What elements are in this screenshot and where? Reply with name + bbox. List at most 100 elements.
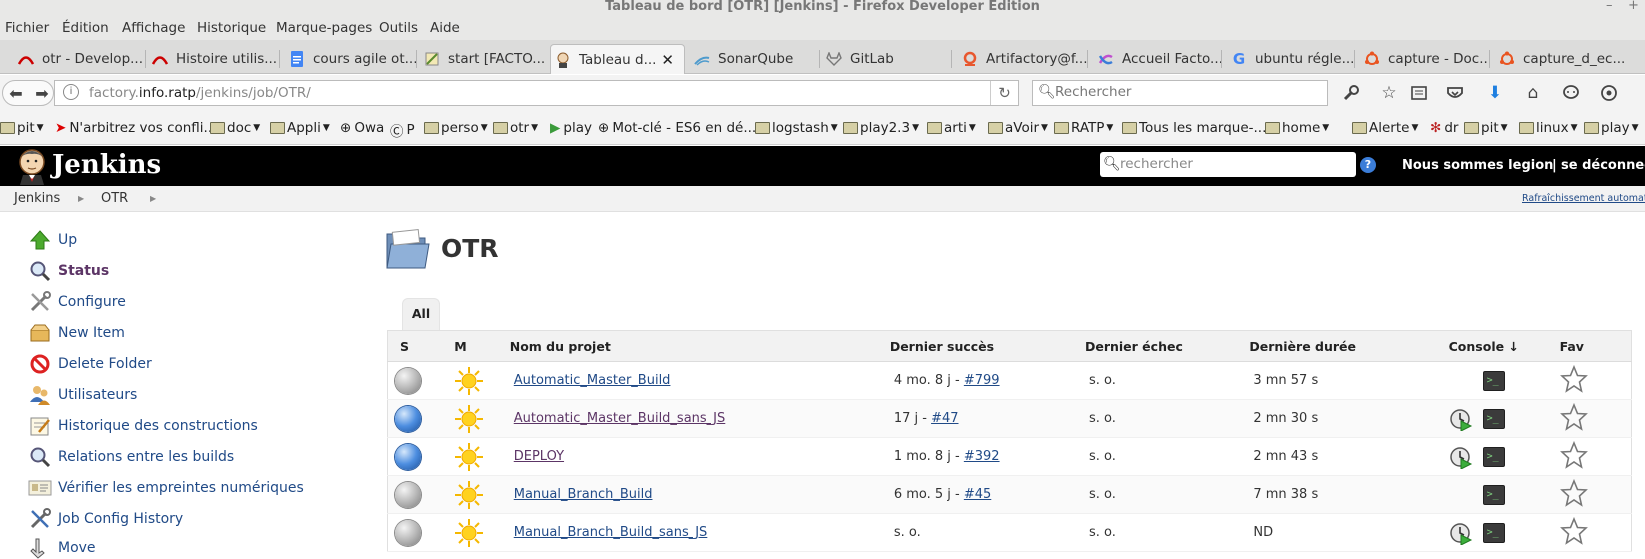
column-last-duration[interactable]: Dernière durée [1249, 330, 1449, 362]
console-terminal-icon[interactable]: >_ [1482, 446, 1505, 467]
download-icon[interactable]: ⬇ [1484, 83, 1506, 103]
bookmark-folder-pit-2[interactable]: pit ▼ [1464, 120, 1508, 136]
jenkins-search-box[interactable]: 🔍︎ [1100, 152, 1356, 177]
wrench-icon[interactable] [1340, 83, 1362, 103]
side-item-up[interactable]: Up [28, 228, 77, 252]
info-icon[interactable]: i [63, 84, 79, 100]
schedule-build-icon[interactable] [1449, 407, 1473, 431]
schedule-build-icon[interactable] [1449, 521, 1473, 545]
maximize-button[interactable]: + [1628, 0, 1639, 13]
reload-icon[interactable]: ↻ [990, 81, 1018, 105]
reading-list-icon[interactable] [1408, 83, 1430, 103]
star-bookmark-icon[interactable]: ☆ [1378, 83, 1400, 103]
menu-marque-pages[interactable]: Marque-pages [276, 20, 372, 36]
job-link[interactable]: Manual_Branch_Build_sans_JS [514, 525, 708, 540]
bookmark-narbitrez[interactable]: ➤ N'arbitrez vos confli... [55, 120, 216, 136]
tab-all[interactable]: All [402, 298, 440, 330]
schedule-build-icon[interactable] [1449, 445, 1473, 469]
jenkins-search-input[interactable] [1120, 156, 1350, 172]
column-console[interactable]: Console ↓ [1448, 330, 1560, 362]
menu-aide[interactable]: Aide [430, 20, 460, 36]
column-fav[interactable]: Fav [1559, 330, 1632, 362]
bookmark-dr[interactable]: ✻ dr [1430, 120, 1458, 136]
forward-arrow-icon[interactable]: ➡ [31, 81, 53, 105]
menu-outils[interactable]: Outils [379, 20, 418, 36]
bookmark-folder-otr[interactable]: otr ▼ [493, 120, 538, 136]
breadcrumb-arrow-icon[interactable]: ▶ [78, 194, 84, 203]
console-terminal-icon[interactable]: >_ [1482, 522, 1505, 543]
job-link[interactable]: DEPLOY [514, 449, 564, 464]
job-link[interactable]: Manual_Branch_Build [514, 487, 653, 502]
side-item-job-config-history[interactable]: Job Config History [28, 507, 183, 531]
bookmark-folder-alerte[interactable]: Alerte ▼ [1352, 120, 1418, 136]
column-status[interactable]: S [387, 330, 455, 362]
bookmark-folder-perso[interactable]: perso ▼ [424, 120, 488, 136]
tab-capture-doc[interactable]: capture - Doc... [1360, 44, 1490, 74]
minimize-button[interactable]: – [1606, 0, 1613, 13]
side-item-utilisateurs[interactable]: Utilisateurs [28, 383, 137, 407]
back-arrow-icon[interactable]: ⬅ [3, 81, 29, 105]
tab-accueil-facto[interactable]: Accueil Facto... [1094, 44, 1222, 74]
bookmark-folder-ratp[interactable]: RATP ▼ [1054, 120, 1113, 136]
breadcrumb-arrow-icon[interactable]: ▶ [150, 194, 156, 203]
tab-start-facto[interactable]: start [FACTO... [420, 44, 550, 74]
url-bar[interactable]: i factory.info.ratp/jenkins/job/OTR/ ↻ [54, 80, 1019, 106]
favorite-star-icon[interactable] [1559, 402, 1588, 431]
tab-capture-d-ec[interactable]: capture_d_ec... [1495, 44, 1625, 74]
bookmark-play[interactable]: ▶ play [550, 120, 592, 136]
jenkins-title[interactable]: Jenkins [52, 150, 161, 180]
build-link[interactable]: #799 [964, 373, 1000, 388]
url-text[interactable]: factory.info.ratp/jenkins/job/OTR/ [89, 85, 311, 101]
console-terminal-icon[interactable]: >_ [1482, 370, 1505, 391]
tab-sonarqube[interactable]: SonarQube [690, 44, 820, 74]
auto-refresh-link[interactable]: Rafraîchissement automatique [1522, 193, 1645, 204]
bookmark-folder-logstash[interactable]: logstash ▼ [755, 120, 838, 136]
tab-otr-develop[interactable]: otr - Develop... [14, 44, 146, 74]
logout-link[interactable]: se déconnecter [1561, 158, 1645, 173]
side-item-new-item[interactable]: New Item [28, 321, 125, 345]
user-name-link[interactable]: Nous sommes legion [1402, 158, 1553, 173]
bookmark-folder-linux[interactable]: linux ▼ [1519, 120, 1578, 136]
breadcrumb-jenkins[interactable]: Jenkins [14, 191, 60, 206]
tab-artifactory[interactable]: Artifactory@f... [958, 44, 1088, 74]
bookmark-folder-pit[interactable]: pit ▼ [0, 120, 44, 136]
menu-affichage[interactable]: Affichage [122, 20, 185, 36]
menu-fichier[interactable]: Fichier [5, 20, 49, 36]
favorite-star-icon[interactable] [1559, 364, 1588, 393]
side-item-relations[interactable]: Relations entre les builds [28, 445, 234, 469]
side-item-delete-folder[interactable]: Delete Folder [28, 352, 152, 376]
bookmark-owa[interactable]: ⊕ Owa [340, 120, 384, 136]
bookmark-p[interactable]: Ⓒ P [390, 120, 415, 140]
column-project-name[interactable]: Nom du projet [509, 330, 890, 362]
console-terminal-icon[interactable]: >_ [1482, 484, 1505, 505]
side-item-move[interactable]: Move [28, 536, 96, 559]
jenkins-butler-icon[interactable] [14, 147, 50, 185]
favorite-star-icon[interactable] [1559, 478, 1588, 507]
bookmark-folder-appli[interactable]: Appli ▼ [270, 120, 330, 136]
breadcrumb-otr[interactable]: OTR [101, 191, 128, 206]
pocket-icon[interactable] [1444, 83, 1466, 103]
job-link[interactable]: Automatic_Master_Build [514, 373, 671, 388]
console-terminal-icon[interactable]: >_ [1482, 408, 1505, 429]
side-item-configure[interactable]: Configure [28, 290, 126, 314]
bookmark-es6[interactable]: ⊕ Mot-clé - ES6 en dé... [598, 120, 756, 136]
job-link[interactable]: Automatic_Master_Build_sans_JS [514, 411, 726, 426]
tab-histoire-utilis[interactable]: Histoire utilis... [148, 44, 280, 74]
build-link[interactable]: #45 [964, 487, 991, 502]
build-link[interactable]: #47 [931, 411, 958, 426]
bookmark-folder-home[interactable]: home ▼ [1265, 120, 1329, 136]
column-weather[interactable]: M [454, 330, 510, 362]
bookmark-folder-avoir[interactable]: aVoir ▼ [988, 120, 1048, 136]
bookmark-folder-arti[interactable]: arti ▼ [927, 120, 976, 136]
side-item-empreintes[interactable]: Vérifier les empreintes numériques [28, 476, 304, 500]
tab-ubuntu-regle[interactable]: G ubuntu régle... [1227, 44, 1355, 74]
tab-gitlab[interactable]: GitLab [822, 44, 952, 74]
bookmark-folder-tous[interactable]: Tous les marque-...▼ [1122, 120, 1275, 136]
menu-edition[interactable]: Édition [62, 20, 109, 36]
column-last-success[interactable]: Dernier succès [889, 330, 1085, 362]
build-link[interactable]: #392 [964, 449, 1000, 464]
tab-tableau-de-bord[interactable]: Tableau d... ✕ [550, 44, 685, 74]
menu-historique[interactable]: Historique [197, 20, 266, 36]
tab-cours-agile[interactable]: cours agile ot... [285, 44, 417, 74]
close-tab-icon[interactable]: ✕ [661, 51, 674, 69]
